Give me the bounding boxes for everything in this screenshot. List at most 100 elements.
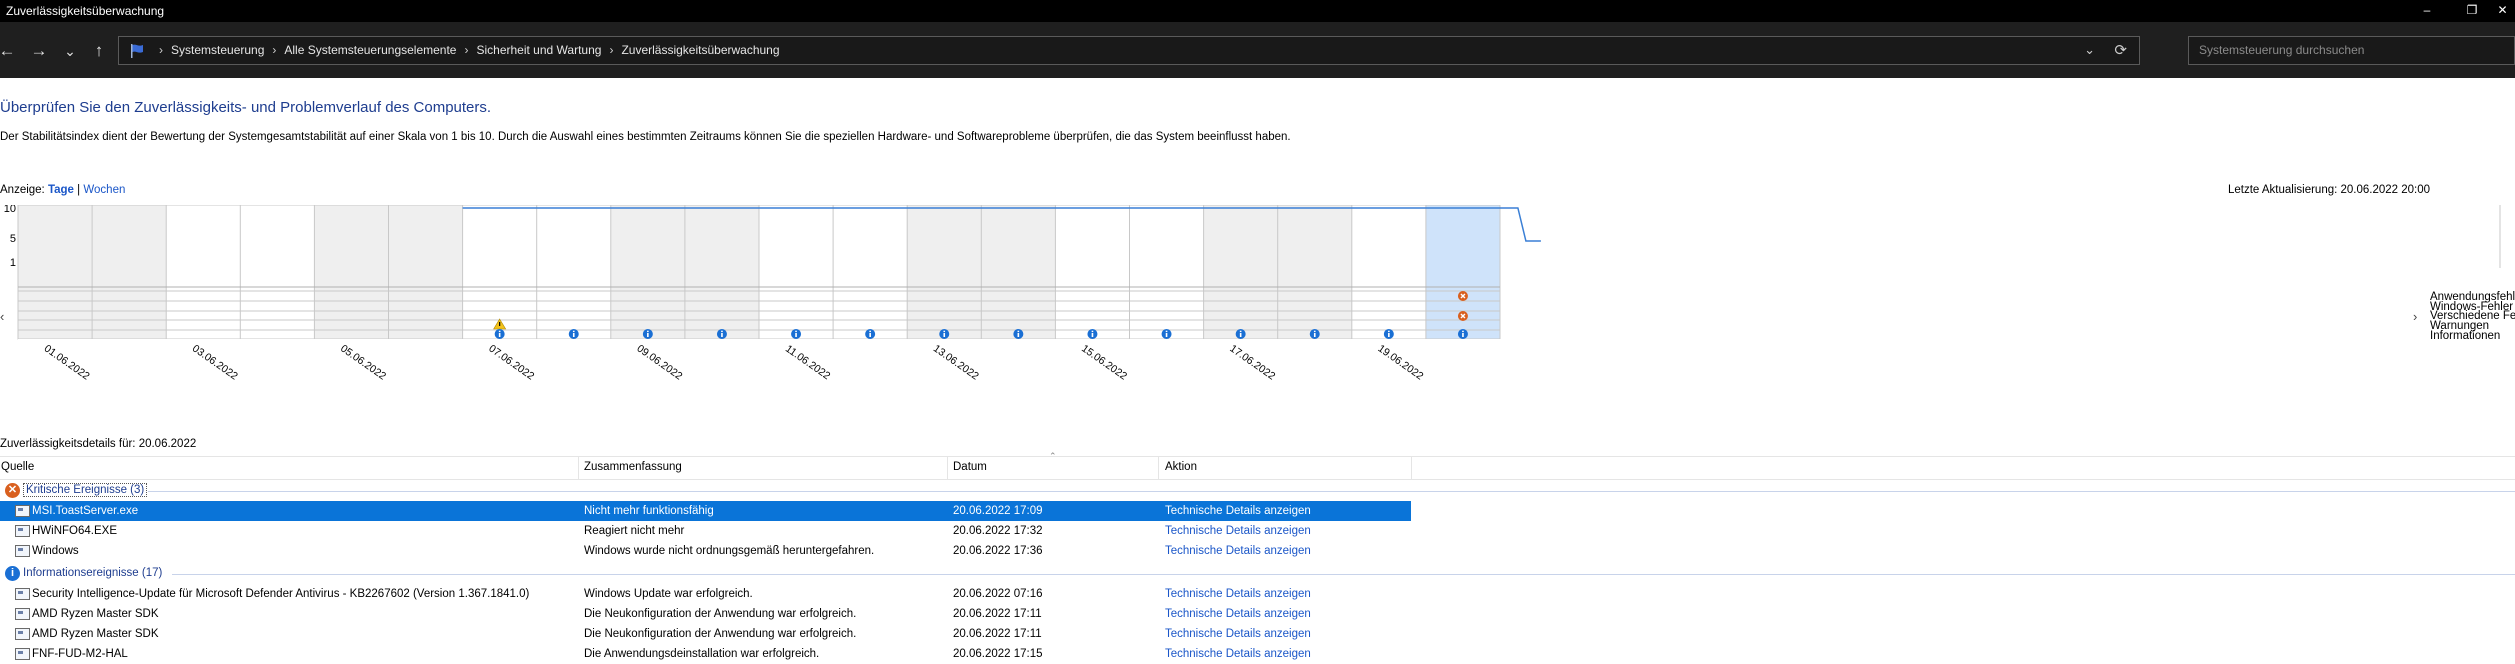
table-row[interactable]: Windows Windows wurde nicht ordnungsgemäß… [0,541,1411,561]
event-group-header[interactable]: i Informationsereignisse (17) [0,564,162,582]
technical-details-link[interactable]: Technische Details anzeigen [1165,628,1405,640]
technical-details-link[interactable]: Technische Details anzeigen [1165,588,1405,600]
chart-day-column[interactable] [388,205,463,339]
chart-day-column[interactable] [18,205,93,339]
chart-day-column[interactable] [759,205,834,339]
chart-day-column[interactable] [1055,205,1130,339]
column-divider[interactable] [1158,457,1159,480]
stability-chart-svg[interactable]: 105101.06.2022 03.06.2022 05.06.2022 07.06.… [0,205,2515,430]
chart-day-column[interactable] [1351,205,1426,339]
chart-day-column[interactable] [1129,205,1204,339]
column-header-summary[interactable]: Zusammenfassung [584,461,682,473]
breadcrumb-separator-icon[interactable]: › [464,43,468,57]
table-cell-summary: Die Neukonfiguration der Anwendung war e… [584,608,857,620]
table-row[interactable]: HWiNFO64.EXE Reagiert nicht mehr 20.06.202… [0,521,1411,541]
breadcrumb-item[interactable]: Zuverlässigkeitsüberwachung [621,43,779,57]
info-event-icon-dot [1165,330,1168,333]
up-button[interactable]: ↑ [84,36,114,66]
view-selector: Anzeige: Tage | Wochen [0,184,125,196]
chart-day-column[interactable] [166,205,241,339]
info-event-icon-dot [647,330,649,333]
forward-button[interactable]: → [24,36,54,66]
reliability-chart[interactable]: ‹ › 10 5 1 01.06.2022 03.06.2022 05.06.2022 07… [0,205,2515,430]
application-icon [15,588,30,600]
application-icon [15,525,30,537]
recent-locations-button[interactable]: ⌄ [55,36,85,66]
group-divider [148,491,2515,492]
chart-day-column[interactable] [833,205,908,339]
breadcrumb-separator-icon[interactable]: › [159,43,163,57]
table-cell-source: HWiNFO64.EXE [32,525,117,537]
breadcrumb: › Systemsteuerung › Alle Systemsteuerungsel… [151,43,780,57]
event-group-label: Informationsereignisse (17) [23,567,163,579]
table-cell-date: 20.06.2022 17:11 [953,608,1042,620]
info-event-icon-dot [1313,330,1316,333]
back-button[interactable]: ← [0,36,22,66]
info-event-icon-dot [1462,330,1464,333]
event-group-header[interactable]: ✕ Kritische Ereignisse (3) [0,481,148,499]
breadcrumb-separator-icon[interactable]: › [609,43,613,57]
info-event-icon-mark [498,333,501,337]
technical-details-link[interactable]: Technische Details anzeigen [1165,505,1405,517]
column-divider[interactable] [947,457,948,480]
column-header-date[interactable]: Datum [953,461,987,473]
info-event-icon-mark [1091,333,1094,337]
table-cell-source: AMD Ryzen Master SDK [32,608,159,620]
refresh-icon[interactable]: ⟳ [2114,41,2127,59]
chart-day-column[interactable] [314,205,389,339]
info-event-icon-dot [1239,330,1242,333]
application-icon [15,545,30,557]
control-panel-flag-icon [131,44,143,58]
view-days-link[interactable]: Tage [48,184,74,196]
address-bar[interactable]: › Systemsteuerung › Alle Systemsteuerungsel… [118,36,2140,65]
chart-day-column[interactable] [1203,205,1278,339]
chart-day-column[interactable] [536,205,611,339]
details-label: Zuverlässigkeitsdetails für: 20.06.2022 [0,438,197,450]
table-row[interactable]: AMD Ryzen Master SDK Die Neukonfiguration… [0,624,1411,644]
breadcrumb-separator-icon[interactable]: › [272,43,276,57]
column-header-source[interactable]: Quelle [1,461,34,473]
y-tick-label: 5 [10,233,16,245]
info-event-icon-dot [572,330,575,333]
table-cell-summary: Die Anwendungsdeinstallation war erfolgr… [584,648,820,660]
chart-day-column[interactable] [610,205,685,339]
column-divider[interactable] [578,457,579,480]
minimize-button[interactable]: – [2404,0,2450,22]
breadcrumb-item[interactable]: Alle Systemsteuerungselemente [284,43,456,57]
close-button[interactable]: ✕ [2490,0,2515,22]
warning-event-icon-mark [499,322,501,326]
chart-day-column[interactable] [981,205,1056,339]
info-event-icon-dot [943,330,946,333]
technical-details-link[interactable]: Technische Details anzeigen [1165,545,1405,557]
search-input[interactable]: Systemsteuerung durchsuchen [2188,36,2515,65]
info-event-icon-mark [795,333,797,337]
breadcrumb-item[interactable]: Sicherheit und Wartung [476,43,601,57]
info-event-icon-dot [1017,330,1020,333]
page-description: Der Stabilitätsindex dient der Bewertung… [0,131,1291,143]
maximize-button[interactable]: ❐ [2449,0,2495,22]
technical-details-link[interactable]: Technische Details anzeigen [1165,648,1405,660]
chart-day-column[interactable] [1277,205,1352,339]
view-weeks-link[interactable]: Wochen [83,184,125,196]
column-divider[interactable] [1411,457,1412,480]
technical-details-link[interactable]: Technische Details anzeigen [1165,608,1405,620]
table-row[interactable]: Security Intelligence-Update für Microso… [0,584,1411,604]
application-icon [15,648,30,660]
info-event-icon-mark [1313,333,1316,337]
technical-details-link[interactable]: Technische Details anzeigen [1165,525,1405,537]
chart-day-column[interactable] [240,205,315,339]
chart-day-column[interactable] [684,205,759,339]
view-separator: | [77,184,81,196]
address-dropdown-icon[interactable]: ⌄ [2084,42,2095,58]
navigation-bar: ← → ⌄ ↑ › Systemsteuerung › Alle Systemsteu… [0,22,2515,78]
table-row[interactable]: AMD Ryzen Master SDK Die Neukonfiguration… [0,604,1411,624]
table-cell-date: 20.06.2022 07:16 [953,588,1043,600]
column-header-action[interactable]: Aktion [1165,461,1197,473]
table-row[interactable]: MSI.ToastServer.exe Nicht mehr funktionsf… [0,501,1411,521]
table-cell-source: MSI.ToastServer.exe [32,505,139,517]
info-event-icon-dot [795,330,797,333]
breadcrumb-item[interactable]: Systemsteuerung [171,43,264,57]
table-row[interactable]: FNF-FUD-M2-HAL Die Anwendungsdeinstallati… [0,644,1411,664]
chart-day-column[interactable] [907,205,982,339]
chart-day-column[interactable] [92,205,167,339]
